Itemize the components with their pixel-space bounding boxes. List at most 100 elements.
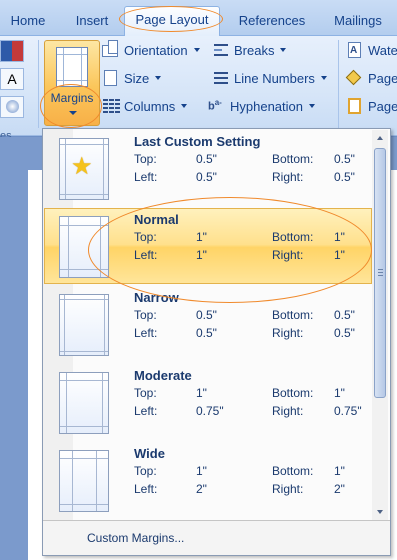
ribbon-tab-bar: Home Insert Page Layout References Maili… — [0, 0, 397, 37]
chevron-down-icon — [69, 111, 77, 115]
right-value: 0.75" — [334, 404, 362, 418]
margins-label: Margins — [50, 91, 94, 105]
paint-bucket-icon — [345, 69, 364, 86]
orientation-button[interactable]: Orientation — [102, 40, 200, 60]
themes-group: A es — [0, 36, 40, 142]
menu-scrollbar[interactable] — [372, 130, 388, 520]
left-label: Left: — [134, 482, 158, 496]
page-borders-label: Page — [368, 98, 397, 114]
margins-dropdown-menu: ★ Last Custom Setting Top: 0.5" Bottom: … — [42, 128, 391, 556]
theme-fonts-button[interactable]: A — [0, 68, 24, 90]
margins-icon — [56, 47, 88, 87]
page-margins-thumbnail — [59, 450, 109, 512]
page-borders-button[interactable]: Page — [346, 96, 397, 116]
tab-mailings[interactable]: Mailings — [330, 10, 386, 32]
group-separator — [338, 40, 339, 128]
right-label: Right: — [272, 170, 304, 184]
line-numbers-button[interactable]: Line Numbers — [212, 68, 327, 88]
theme-colors-button[interactable] — [0, 40, 24, 62]
margin-option-narrow[interactable]: Narrow Top: 0.5" Bottom: 0.5" Left: 0.5"… — [44, 286, 372, 362]
orientation-icon — [102, 40, 120, 58]
margin-option-normal[interactable]: Normal Top: 1" Bottom: 1" Left: 1" Right… — [44, 208, 372, 284]
line-numbers-icon — [212, 70, 230, 86]
scroll-up-arrow-icon[interactable] — [372, 130, 388, 146]
left-label: Left: — [134, 248, 158, 262]
tab-page-layout[interactable]: Page Layout — [124, 6, 220, 37]
hyphenation-label: Hyphenation — [230, 98, 303, 114]
chevron-down-icon — [309, 104, 315, 108]
top-value: 1" — [196, 230, 207, 244]
margin-option-moderate[interactable]: Moderate Top: 1" Bottom: 1" Left: 0.75" … — [44, 364, 372, 440]
top-value: 0.5" — [196, 308, 217, 322]
right-label: Right: — [272, 248, 304, 262]
option-title: Last Custom Setting — [134, 134, 261, 149]
top-label: Top: — [134, 464, 157, 478]
star-icon: ★ — [71, 153, 93, 180]
right-value: 2" — [334, 482, 345, 496]
right-label: Right: — [272, 404, 304, 418]
bottom-label: Bottom: — [272, 386, 314, 400]
bottom-value: 0.5" — [334, 308, 355, 322]
size-icon — [102, 70, 120, 86]
left-value: 0.75" — [196, 404, 224, 418]
left-value: 1" — [196, 248, 207, 262]
margin-option-last-custom[interactable]: ★ Last Custom Setting Top: 0.5" Bottom: … — [44, 130, 372, 206]
tab-references[interactable]: References — [236, 10, 308, 32]
right-label: Right: — [272, 326, 304, 340]
chevron-down-icon — [193, 48, 200, 52]
page-color-button[interactable]: Page — [345, 68, 397, 88]
left-value: 0.5" — [196, 326, 217, 340]
chevron-down-icon — [320, 76, 327, 80]
top-label: Top: — [134, 308, 157, 322]
chevron-down-icon — [155, 76, 162, 80]
theme-effects-button[interactable] — [0, 96, 24, 118]
hyphenation-button[interactable]: ba- Hyphenation — [208, 96, 315, 116]
right-value: 1" — [334, 248, 345, 262]
top-value: 1" — [196, 464, 207, 478]
left-label: Left: — [134, 170, 158, 184]
page-margins-thumbnail — [59, 372, 109, 434]
breaks-label: Breaks — [234, 42, 275, 58]
top-label: Top: — [134, 230, 157, 244]
orientation-label: Orientation — [124, 42, 188, 58]
breaks-button[interactable]: Breaks — [212, 40, 287, 60]
page-margins-thumbnail — [59, 216, 109, 278]
tab-insert[interactable]: Insert — [68, 10, 116, 32]
margins-button[interactable]: Margins — [44, 40, 100, 126]
columns-label: Columns — [124, 98, 176, 114]
page-margins-thumbnail: ★ — [59, 138, 109, 200]
watermark-button[interactable]: A Wate — [346, 40, 397, 60]
hyphenation-icon: ba- — [208, 98, 222, 113]
columns-button[interactable]: Columns — [102, 96, 188, 116]
right-value: 0.5" — [334, 326, 355, 340]
group-separator — [38, 40, 39, 128]
bottom-value: 1" — [334, 464, 345, 478]
scroll-down-arrow-icon[interactable] — [372, 504, 388, 520]
bottom-value: 1" — [334, 386, 345, 400]
watermark-icon: A — [346, 42, 364, 58]
custom-margins-item[interactable]: Custom Margins... — [43, 520, 390, 555]
left-label: Left: — [134, 404, 158, 418]
left-value: 2" — [196, 482, 207, 496]
top-label: Top: — [134, 152, 157, 166]
bottom-label: Bottom: — [272, 152, 314, 166]
left-label: Left: — [134, 326, 158, 340]
page-margins-thumbnail — [59, 294, 109, 356]
page-color-label: Page — [368, 70, 397, 86]
size-button[interactable]: Size — [102, 68, 162, 88]
watermark-label: Wate — [368, 42, 397, 58]
scrollbar-thumb[interactable] — [374, 148, 386, 398]
bottom-label: Bottom: — [272, 308, 314, 322]
option-title: Normal — [134, 212, 179, 227]
top-value: 1" — [196, 386, 207, 400]
effects-icon — [6, 100, 19, 113]
columns-icon — [102, 98, 120, 114]
left-value: 0.5" — [196, 170, 217, 184]
bottom-label: Bottom: — [272, 464, 314, 478]
custom-margins-label: Custom Margins... — [87, 531, 185, 545]
size-label: Size — [124, 70, 150, 86]
right-value: 0.5" — [334, 170, 355, 184]
option-title: Wide — [134, 446, 165, 461]
margin-option-wide[interactable]: Wide Top: 1" Bottom: 1" Left: 2" Right: … — [44, 442, 372, 518]
tab-home[interactable]: Home — [8, 10, 48, 32]
